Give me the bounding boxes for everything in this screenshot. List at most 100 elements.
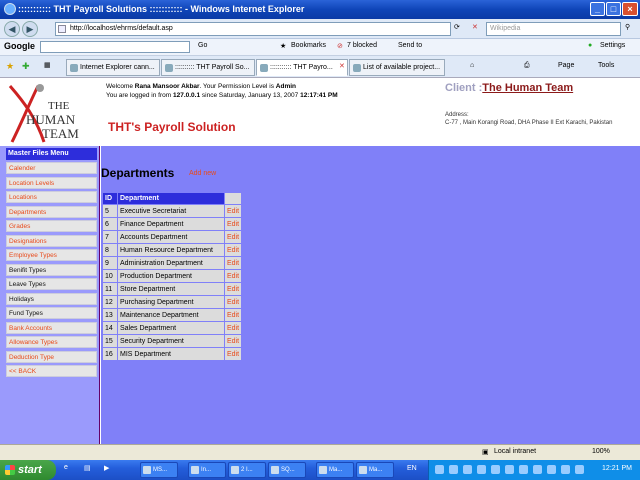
- stop-icon[interactable]: ✕: [472, 23, 478, 31]
- tray-icon[interactable]: [491, 465, 500, 474]
- taskbar-button[interactable]: Ma...: [356, 462, 394, 478]
- user-name: Rana Mansoor Akbar: [134, 83, 200, 90]
- taskbar-button[interactable]: SQ...: [268, 462, 306, 478]
- edit-link[interactable]: Edit: [225, 257, 242, 269]
- sidebar-item-employee-types[interactable]: Employee Types: [6, 249, 97, 261]
- sidebar-item-leave-types[interactable]: Leave Types: [6, 278, 97, 290]
- sidebar-item-holidays[interactable]: Holidays: [6, 292, 97, 305]
- go-button[interactable]: Go: [198, 42, 207, 49]
- tray-icon[interactable]: [505, 465, 514, 474]
- edit-link[interactable]: Edit: [225, 322, 242, 334]
- taskbar-button[interactable]: MS...: [140, 462, 178, 478]
- sidebar-item-deduction-type[interactable]: Deduction Type: [6, 350, 97, 363]
- sidebar-item-calender[interactable]: Calender: [6, 162, 97, 174]
- tray-icon[interactable]: [561, 465, 570, 474]
- tray-icon[interactable]: [435, 465, 444, 474]
- edit-link[interactable]: Edit: [225, 335, 242, 347]
- sidebar-item-benifit-types[interactable]: Benifit Types: [6, 263, 97, 276]
- send-to-button[interactable]: Send to: [398, 42, 422, 49]
- taskbar-button[interactable]: Ma...: [316, 462, 354, 478]
- minimize-button[interactable]: _: [590, 2, 605, 16]
- quicklaunch-desktop-icon[interactable]: ▤: [84, 464, 91, 472]
- search-input[interactable]: Wikipedia: [486, 22, 621, 36]
- sidebar-item-fund-types[interactable]: Fund Types: [6, 307, 97, 319]
- star-icon[interactable]: ★: [280, 42, 286, 50]
- taskbar-button-label: Ma...: [329, 467, 343, 473]
- sidebar-item-allowance-types[interactable]: Allowance Types: [6, 336, 97, 348]
- search-icon[interactable]: ⚲: [625, 23, 630, 31]
- tray-icon[interactable]: [449, 465, 458, 474]
- tab-list-icon[interactable]: ▦: [44, 61, 51, 69]
- sidebar-item-location-levels[interactable]: Location Levels: [6, 176, 97, 189]
- taskbar-button-label: SQ...: [281, 467, 295, 473]
- tab-tht-payroll-1[interactable]: :::::::::: THT Payroll So...: [161, 59, 255, 76]
- edit-link[interactable]: Edit: [225, 283, 242, 295]
- taskbar-button[interactable]: In...: [188, 462, 226, 478]
- tray-icon[interactable]: [533, 465, 542, 474]
- tab-close-icon[interactable]: ✕: [339, 62, 345, 70]
- sidebar-item-departments[interactable]: Departments: [6, 205, 97, 218]
- close-button[interactable]: ×: [622, 2, 638, 16]
- sidebar-item-back[interactable]: << BACK: [6, 365, 97, 377]
- tray-icon[interactable]: [575, 465, 584, 474]
- tab-label: Internet Explorer cann...: [80, 64, 155, 71]
- sidebar-item-bank-accounts[interactable]: Bank Accounts: [6, 321, 97, 334]
- department-name: Executive Secretariat: [118, 205, 224, 217]
- edit-link[interactable]: Edit: [225, 309, 242, 321]
- sidebar-item-locations[interactable]: Locations: [6, 191, 97, 203]
- since-text: since Saturday, January 13, 2007: [200, 92, 301, 99]
- tray-icon[interactable]: [519, 465, 528, 474]
- tray-icon[interactable]: [477, 465, 486, 474]
- tab-tht-payroll-active[interactable]: ::::::::::: THT Payro...: [256, 59, 348, 76]
- bookmarks-button[interactable]: Bookmarks: [291, 42, 326, 49]
- page-menu-button[interactable]: Page: [558, 62, 574, 69]
- refresh-icon[interactable]: ⟳: [454, 23, 460, 31]
- app-icon: [359, 466, 367, 474]
- address-input[interactable]: http://localhost/ehrms/default.asp: [55, 22, 451, 36]
- language-indicator[interactable]: EN: [407, 465, 417, 472]
- taskbar-clock[interactable]: 12:21 PM: [602, 465, 632, 472]
- tab-favicon: [165, 64, 173, 72]
- sidebar-item-designations[interactable]: Designations: [6, 234, 97, 247]
- add-new-link[interactable]: Add new: [189, 170, 216, 177]
- tab-project-list[interactable]: List of available project...: [349, 59, 445, 76]
- tools-menu-button[interactable]: Tools: [598, 62, 614, 69]
- home-icon[interactable]: ⌂: [470, 62, 474, 69]
- tab-label: ::::::::::: THT Payro...: [270, 64, 333, 71]
- table-header-row: ID Department: [103, 193, 242, 204]
- edit-link[interactable]: Edit: [225, 205, 242, 217]
- taskbar-button[interactable]: 2 I...: [228, 462, 266, 478]
- edit-link[interactable]: Edit: [225, 296, 242, 308]
- department-id: 14: [103, 322, 117, 334]
- quicklaunch-media-icon[interactable]: ▶: [104, 464, 109, 472]
- blocked-count[interactable]: 7 blocked: [347, 42, 377, 49]
- status-bar: ▣ Local intranet 100%: [0, 444, 640, 460]
- welcome-prefix: Welcome: [106, 83, 135, 90]
- tray-icon[interactable]: [463, 465, 472, 474]
- start-button[interactable]: start: [0, 460, 56, 480]
- department-id: 5: [103, 205, 117, 217]
- sidebar-item-grades[interactable]: Grades: [6, 220, 97, 232]
- tray-icon[interactable]: [547, 465, 556, 474]
- edit-link[interactable]: Edit: [225, 348, 242, 360]
- edit-link[interactable]: Edit: [225, 231, 242, 243]
- settings-button[interactable]: Settings: [600, 42, 625, 49]
- edit-link[interactable]: Edit: [225, 244, 242, 256]
- maximize-button[interactable]: □: [606, 2, 621, 16]
- add-favorites-icon[interactable]: ✚: [22, 61, 30, 72]
- client-name-link[interactable]: The Human Team: [482, 82, 573, 94]
- tab-label: :::::::::: THT Payroll So...: [175, 64, 250, 71]
- print-icon[interactable]: ⎙: [524, 62, 530, 70]
- favorites-star-icon[interactable]: ★: [6, 61, 14, 72]
- edit-link[interactable]: Edit: [225, 218, 242, 230]
- google-search-input[interactable]: [40, 41, 190, 53]
- forward-icon[interactable]: ▶: [22, 21, 38, 37]
- back-icon[interactable]: ◀: [4, 21, 20, 37]
- quicklaunch-ie-icon[interactable]: e: [64, 464, 68, 471]
- edit-link[interactable]: Edit: [225, 270, 242, 282]
- table-row: 15 Security Department Edit: [103, 335, 242, 347]
- logo-text-team: TEAM: [42, 126, 79, 141]
- tab-ie-cannot[interactable]: Internet Explorer cann...: [66, 59, 160, 76]
- department-name: Maintenance Department: [118, 309, 224, 321]
- zoom-level[interactable]: 100%: [592, 448, 610, 455]
